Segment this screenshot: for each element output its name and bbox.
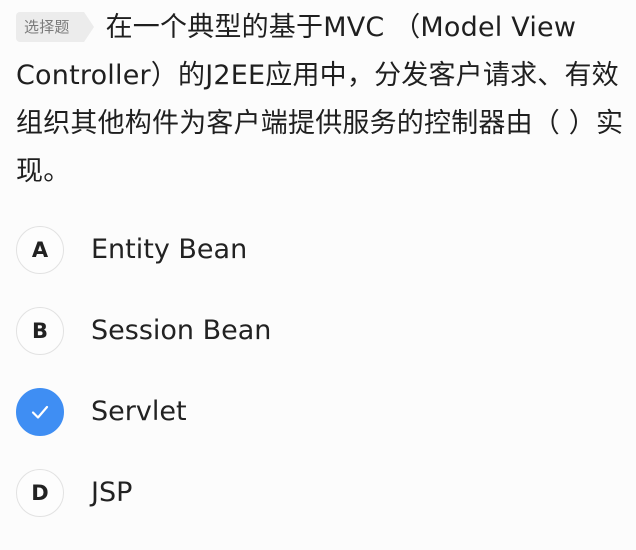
option-b-marker[interactable]: B	[16, 307, 64, 355]
options-list: A Entity Bean B Session Bean Servlet D J…	[16, 226, 616, 550]
option-d-text[interactable]: JSP	[91, 469, 132, 517]
option-d-marker[interactable]: D	[16, 469, 64, 517]
question-block: 选择题 在一个典型的基于MVC （Model View Controller）的J…	[16, 4, 624, 196]
option-a[interactable]: A Entity Bean	[16, 226, 616, 307]
option-a-text[interactable]: Entity Bean	[91, 226, 247, 274]
checkmark-icon	[31, 405, 49, 419]
question-text: 在一个典型的基于MVC （Model View Controller）的J2EE…	[16, 12, 624, 187]
option-c[interactable]: Servlet	[16, 388, 616, 469]
question-type-badge: 选择题	[16, 12, 94, 42]
option-a-marker[interactable]: A	[16, 226, 64, 274]
option-b-text[interactable]: Session Bean	[91, 307, 271, 355]
option-b[interactable]: B Session Bean	[16, 307, 616, 388]
option-c-marker[interactable]	[16, 388, 64, 436]
option-c-text[interactable]: Servlet	[91, 388, 187, 436]
option-d[interactable]: D JSP	[16, 469, 616, 550]
